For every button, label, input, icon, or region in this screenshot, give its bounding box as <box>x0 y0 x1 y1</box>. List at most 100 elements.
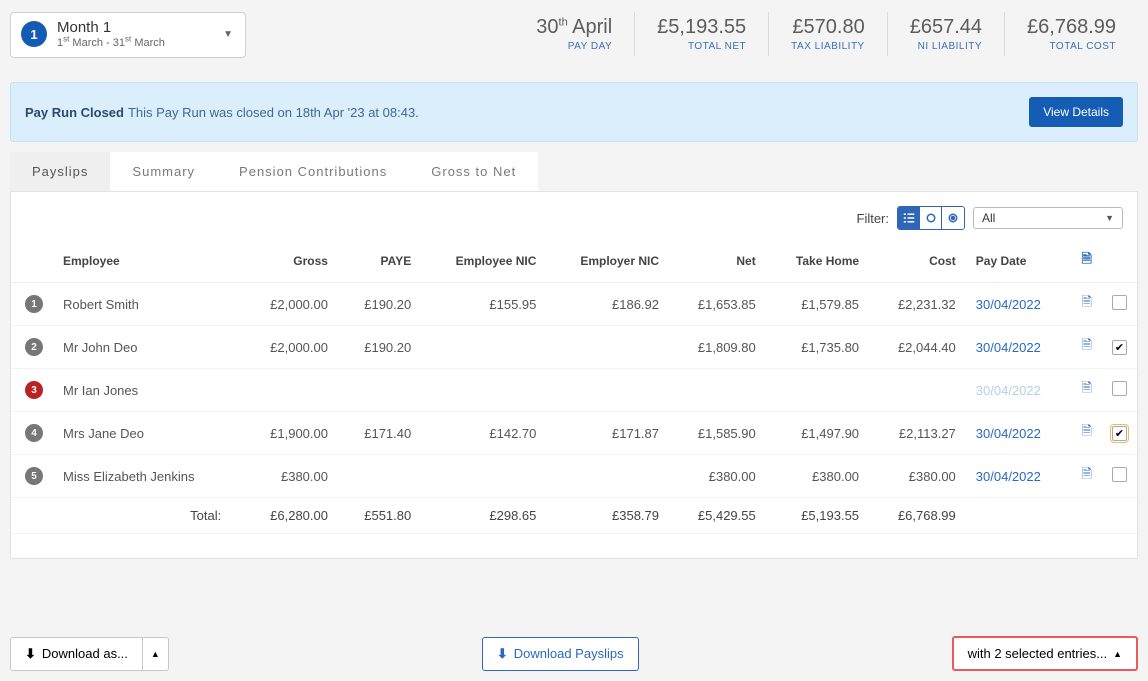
total-empr-nic: £358.79 <box>546 498 669 534</box>
cell-pay-date: 30/04/2022 <box>966 283 1072 326</box>
tab-summary[interactable]: Summary <box>110 152 217 191</box>
row-checkbox[interactable] <box>1112 381 1127 396</box>
table-row: 2 Mr John Deo £2,000.00 £190.20 £1,809.8… <box>11 326 1137 369</box>
view-list-icon[interactable] <box>898 207 920 229</box>
col-empr-nic[interactable]: Employer NIC <box>546 240 669 283</box>
pdf-icon[interactable]: 🗎 <box>1082 337 1092 352</box>
col-pdf: 🗎 <box>1072 240 1102 283</box>
pay-date-link[interactable]: 30/04/2022 <box>976 469 1041 484</box>
tab-gross-to-net[interactable]: Gross to Net <box>409 152 538 191</box>
col-employee[interactable]: Employee <box>53 240 241 283</box>
cell-cost: £2,231.32 <box>869 283 966 326</box>
pay-date-link[interactable]: 30/04/2022 <box>976 340 1041 355</box>
period-title: Month 1 <box>57 19 215 36</box>
cell-employee: Mr Ian Jones <box>53 369 241 412</box>
payslips-table: Employee Gross PAYE Employee NIC Employe… <box>11 240 1137 534</box>
col-gross[interactable]: Gross <box>241 240 338 283</box>
total-cost: £6,768.99 <box>869 498 966 534</box>
cell-take-home: £380.00 <box>766 455 869 498</box>
total-net: £5,429.55 <box>669 498 766 534</box>
row-checkbox[interactable] <box>1112 426 1127 441</box>
panel-payslips: Filter: All▼ Employee Gross PAYE Employe… <box>10 192 1138 559</box>
alert-pay-run-closed: Pay Run Closed This Pay Run was closed o… <box>10 82 1138 142</box>
filter-label: Filter: <box>857 211 890 226</box>
col-emp-nic[interactable]: Employee NIC <box>421 240 546 283</box>
chevron-down-icon: ▼ <box>1105 213 1114 223</box>
cell-take-home: £1,735.80 <box>766 326 869 369</box>
cell-empr-nic <box>546 369 669 412</box>
download-as-button[interactable]: ⬇ Download as... <box>10 637 143 671</box>
cell-take-home <box>766 369 869 412</box>
document-icon: 🗎 <box>1082 251 1092 266</box>
col-net[interactable]: Net <box>669 240 766 283</box>
filter-dropdown[interactable]: All▼ <box>973 207 1123 229</box>
selected-entries-button[interactable]: with 2 selected entries... ▲ <box>952 636 1138 671</box>
pdf-icon[interactable]: 🗎 <box>1082 380 1092 395</box>
col-select <box>1102 240 1137 283</box>
cell-paye <box>338 455 421 498</box>
stat-payday: 30th April PAY DAY <box>514 12 634 56</box>
view-dot-icon[interactable] <box>942 207 964 229</box>
col-pay-date[interactable]: Pay Date <box>966 240 1072 283</box>
cell-net <box>669 369 766 412</box>
view-circle-icon[interactable] <box>920 207 942 229</box>
table-row: 3 Mr Ian Jones 30/04/2022 🗎 <box>11 369 1137 412</box>
cell-employee: Robert Smith <box>53 283 241 326</box>
table-row: 1 Robert Smith £2,000.00 £190.20 £155.95… <box>11 283 1137 326</box>
cell-cost: £2,044.40 <box>869 326 966 369</box>
cell-employee: Mr John Deo <box>53 326 241 369</box>
cell-cost: £380.00 <box>869 455 966 498</box>
cell-take-home: £1,497.90 <box>766 412 869 455</box>
download-as-caret-button[interactable]: ▲ <box>143 637 169 671</box>
view-mode-segments <box>897 206 965 230</box>
period-badge: 1 <box>21 21 47 47</box>
download-payslips-button[interactable]: ⬇ Download Payslips <box>482 637 639 671</box>
cell-emp-nic: £155.95 <box>421 283 546 326</box>
col-paye[interactable]: PAYE <box>338 240 421 283</box>
row-index-badge: 3 <box>25 381 43 399</box>
cell-empr-nic: £186.92 <box>546 283 669 326</box>
cell-emp-nic <box>421 326 546 369</box>
cell-emp-nic <box>421 369 546 412</box>
cell-pay-date: 30/04/2022 <box>966 326 1072 369</box>
period-range: 1st March - 31st March <box>57 37 215 49</box>
period-selector[interactable]: 1 Month 1 1st March - 31st March ▼ <box>10 12 246 58</box>
col-index <box>11 240 53 283</box>
table-row: 5 Miss Elizabeth Jenkins £380.00 £380.00… <box>11 455 1137 498</box>
cell-cost <box>869 369 966 412</box>
row-index-badge: 2 <box>25 338 43 356</box>
cell-net: £1,653.85 <box>669 283 766 326</box>
row-checkbox[interactable] <box>1112 340 1127 355</box>
cell-paye: £190.20 <box>338 326 421 369</box>
row-checkbox[interactable] <box>1112 467 1127 482</box>
cell-pay-date: 30/04/2022 <box>966 412 1072 455</box>
pdf-icon[interactable]: 🗎 <box>1082 294 1092 309</box>
cell-gross: £1,900.00 <box>241 412 338 455</box>
pdf-icon[interactable]: 🗎 <box>1082 423 1092 438</box>
pay-date-link[interactable]: 30/04/2022 <box>976 426 1041 441</box>
cell-emp-nic: £142.70 <box>421 412 546 455</box>
stat-ni: £657.44 NI LIABILITY <box>887 12 1004 56</box>
col-take-home[interactable]: Take Home <box>766 240 869 283</box>
chevron-down-icon: ▼ <box>223 29 233 40</box>
cell-net: £1,585.90 <box>669 412 766 455</box>
alert-text: This Pay Run was closed on 18th Apr '23 … <box>128 105 419 120</box>
row-checkbox[interactable] <box>1112 295 1127 310</box>
cell-pay-date: 30/04/2022 <box>966 369 1072 412</box>
tab-payslips[interactable]: Payslips <box>10 152 110 191</box>
cell-gross: £2,000.00 <box>241 283 338 326</box>
stat-net: £5,193.55 TOTAL NET <box>634 12 768 56</box>
cell-empr-nic <box>546 455 669 498</box>
pdf-icon[interactable]: 🗎 <box>1082 466 1092 481</box>
cell-employee: Miss Elizabeth Jenkins <box>53 455 241 498</box>
pay-date-link[interactable]: 30/04/2022 <box>976 297 1041 312</box>
chevron-up-icon: ▲ <box>151 649 160 659</box>
footer-bar: ⬇ Download as... ▲ ⬇ Download Payslips w… <box>0 626 1148 681</box>
col-cost[interactable]: Cost <box>869 240 966 283</box>
view-details-button[interactable]: View Details <box>1029 97 1123 127</box>
totals-row: Total: £6,280.00 £551.80 £298.65 £358.79… <box>11 498 1137 534</box>
cell-paye: £171.40 <box>338 412 421 455</box>
pay-date-link[interactable]: 30/04/2022 <box>976 383 1041 398</box>
tab-pension[interactable]: Pension Contributions <box>217 152 409 191</box>
stat-cost: £6,768.99 TOTAL COST <box>1004 12 1138 56</box>
